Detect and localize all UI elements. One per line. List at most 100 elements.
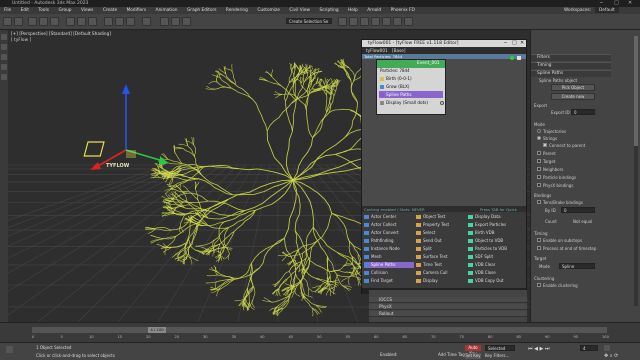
mode2-dropdown[interactable]: Spline — [559, 263, 595, 269]
angle-snap-icon[interactable] — [171, 17, 180, 26]
process-end-checkbox[interactable] — [537, 246, 541, 250]
align-icon[interactable] — [349, 17, 358, 26]
expand-icon[interactable] — [517, 56, 521, 60]
layers-icon[interactable] — [1, 54, 7, 60]
menu-file[interactable]: File — [0, 7, 15, 13]
depot-operator[interactable]: Actor Center — [364, 214, 414, 220]
operator-birth[interactable]: Birth (0-0-1) — [379, 75, 443, 82]
tyflow-menu-object[interactable]: tyFlow001 — [366, 48, 388, 53]
menu-group[interactable]: Group — [54, 7, 75, 13]
menu-tools[interactable]: Tools — [34, 7, 53, 13]
enable-clustering-checkbox[interactable] — [537, 283, 541, 287]
rollout-rollout[interactable]: Rollout — [369, 311, 527, 317]
redo-icon[interactable] — [14, 17, 23, 26]
layer-icon[interactable] — [360, 17, 369, 26]
minimize-icon[interactable]: ─ — [600, 0, 603, 6]
curve-editor-icon[interactable] — [371, 17, 380, 26]
filter-icon[interactable] — [1, 44, 7, 50]
menu-create[interactable]: Create — [99, 7, 121, 13]
depot-operator[interactable]: Property Test — [416, 222, 466, 228]
by-id-field[interactable]: 0 — [561, 207, 595, 213]
tyflow-menu-base[interactable]: [Base] — [392, 48, 405, 53]
depot-operator[interactable]: Export Particles — [468, 222, 518, 228]
key-filters-button[interactable]: Key Filters... — [485, 353, 509, 358]
mirror-icon[interactable] — [338, 17, 347, 26]
depot-operator[interactable]: Find Target — [364, 278, 414, 284]
depot-operator[interactable]: Mesh — [364, 254, 414, 260]
create-new-button[interactable]: Create new — [551, 93, 595, 100]
menu-customize[interactable]: Customize — [253, 7, 284, 13]
scale-icon[interactable] — [126, 17, 135, 26]
parent-checkbox[interactable] — [537, 151, 541, 155]
nav-controls[interactable]: ✥ ⌕ ⟳ — [604, 353, 618, 359]
render-icon[interactable] — [404, 17, 413, 26]
menu-edit[interactable]: Edit — [17, 7, 33, 13]
rotate-icon[interactable] — [115, 17, 124, 26]
workspace-dropdown[interactable]: Default — [595, 7, 619, 13]
operator-display[interactable]: Display (Small dots) — [379, 99, 443, 106]
depot-operator[interactable]: Time Test — [416, 262, 466, 268]
hierarchy-icon[interactable] — [1, 64, 7, 70]
depot-operator[interactable]: Spline Paths — [364, 262, 414, 268]
key-mode-dropdown[interactable]: Selected — [485, 345, 515, 351]
maximize-icon[interactable]: □ — [614, 0, 619, 6]
filters-rollout[interactable]: Filters — [531, 54, 611, 61]
rollout-physx[interactable]: PhysX — [369, 304, 527, 310]
selection-set-input[interactable]: Create Selection Se — [286, 18, 332, 24]
select-icon[interactable] — [66, 17, 75, 26]
menu-help[interactable]: Help — [344, 7, 362, 13]
depot-operator[interactable]: Surface Test — [416, 254, 466, 260]
tyflow-close-icon[interactable]: ✕ — [520, 40, 524, 46]
command-panel-scroll-thumb[interactable] — [634, 36, 638, 146]
current-frame-field[interactable]: 4 — [580, 345, 598, 351]
depot-operator[interactable]: Send Out — [416, 238, 466, 244]
depot-operator[interactable]: Instance Node — [364, 246, 414, 252]
menu-views[interactable]: Views — [77, 7, 97, 13]
pick-object-button[interactable]: Pick Object — [551, 84, 595, 91]
camera-icon[interactable] — [1, 74, 7, 80]
menu-scripting[interactable]: Scripting — [315, 7, 342, 13]
depot-operator[interactable]: VDB Close — [468, 270, 518, 276]
depot-operator[interactable]: Split — [416, 246, 466, 252]
time-slider-thumb[interactable]: 4 / 100 — [148, 327, 166, 333]
menu-graph-editors[interactable]: Graph Editors — [183, 7, 221, 13]
particle-bindings-checkbox[interactable] — [537, 175, 541, 179]
spline-paths-rollout[interactable]: Spline Paths — [531, 70, 611, 77]
render-setup-icon[interactable] — [393, 17, 402, 26]
menu-animation[interactable]: Animation — [152, 7, 182, 13]
scene-explorer-icon[interactable] — [1, 34, 7, 40]
neighbors-checkbox[interactable] — [537, 167, 541, 171]
depot-operator[interactable]: Camera Cull — [416, 270, 466, 276]
strings-radio[interactable] — [537, 136, 541, 140]
material-editor-icon[interactable] — [382, 17, 391, 26]
event-node[interactable]: Event_001 Particles: 7844 Birth (0-0-1) … — [376, 59, 446, 115]
set-key-button[interactable]: Set Key — [465, 353, 481, 359]
percent-snap-icon[interactable] — [182, 17, 191, 26]
menu-modifiers[interactable]: Modifiers — [123, 7, 151, 13]
depot-operator[interactable]: Display Data — [468, 214, 518, 220]
depot-operator[interactable]: Object to VDB — [468, 238, 518, 244]
depot-operator[interactable]: Select — [416, 230, 466, 236]
region-select-icon[interactable] — [88, 17, 97, 26]
depot-operator[interactable]: Display — [416, 278, 466, 284]
close-icon[interactable]: ✕ — [628, 0, 632, 6]
select-by-name-icon[interactable] — [77, 17, 86, 26]
tyflow-minimize-icon[interactable]: ─ — [504, 40, 507, 46]
depot-operator[interactable]: Birth VDB — [468, 230, 518, 236]
time-slider-track[interactable] — [32, 327, 607, 333]
depot-operator[interactable]: Object Test — [416, 214, 466, 220]
depot-operator[interactable]: Particles to VDB — [468, 246, 518, 252]
tyflow-maximize-icon[interactable]: □ — [512, 40, 517, 46]
maxscript-listener-icon[interactable] — [6, 346, 13, 353]
tension-bindings-checkbox[interactable] — [537, 200, 541, 204]
add-time-tag-button[interactable]: Add Time Tag — [438, 352, 465, 357]
viewport-label[interactable]: [+] [Perspective] [Standard] [Default Sh… — [11, 32, 111, 37]
tyflow-editor-title[interactable]: tyFlow001 - [tyFlow FREE v1.118 Editor] — [362, 40, 526, 47]
output-socket-icon[interactable] — [440, 101, 444, 105]
menu-civil-view[interactable]: Civil View — [285, 7, 314, 13]
playback-controls[interactable]: ⏮ ◀ ▶ ⏭ — [528, 346, 549, 352]
pivot-icon[interactable] — [142, 17, 151, 26]
move-icon[interactable] — [104, 17, 113, 26]
enable-substeps-checkbox[interactable] — [537, 238, 541, 242]
menu-arnold[interactable]: Arnold — [363, 7, 385, 13]
